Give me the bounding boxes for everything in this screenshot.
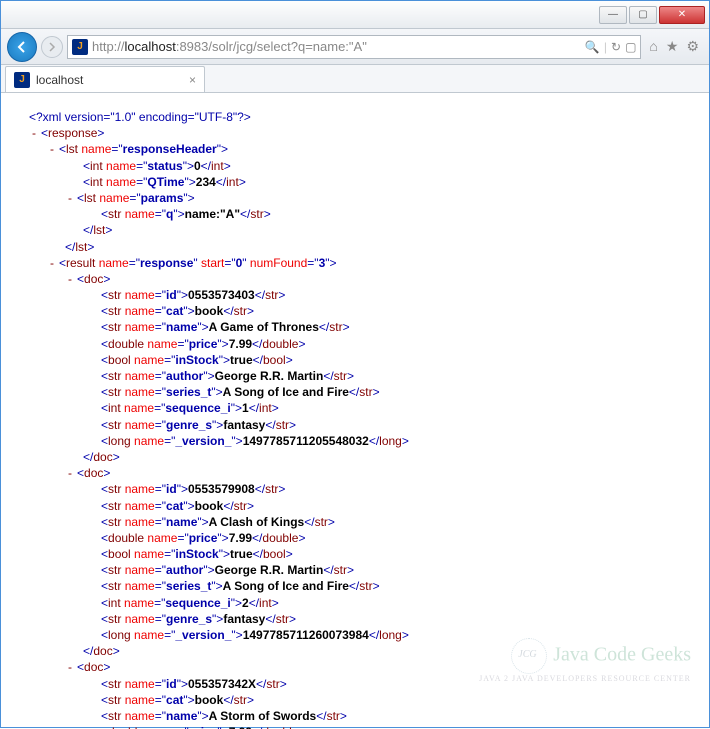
stop-icon[interactable]: ▢ xyxy=(625,40,636,54)
tab-localhost[interactable]: J localhost × xyxy=(5,66,205,92)
browser-toolbar: J http://localhost:8983/solr/jcg/select?… xyxy=(1,29,709,65)
maximize-button[interactable]: ▢ xyxy=(629,6,657,24)
forward-button[interactable] xyxy=(41,36,63,58)
favorites-icon[interactable]: ★ xyxy=(666,38,679,55)
site-favicon-icon: J xyxy=(72,39,88,55)
window-titlebar: — ▢ ✕ xyxy=(1,1,709,29)
xml-response-tree: <?xml version="1.0" encoding="UTF-8"?>-<… xyxy=(17,109,689,729)
arrow-right-icon xyxy=(47,42,57,52)
tab-close-icon[interactable]: × xyxy=(189,73,196,87)
gear-icon[interactable]: ⚙ xyxy=(686,38,699,55)
page-content: <?xml version="1.0" encoding="UTF-8"?>-<… xyxy=(1,93,709,729)
search-icon[interactable]: 🔍 xyxy=(585,40,600,54)
address-bar-actions: 🔍 | ↻ ▢ xyxy=(585,40,636,54)
minimize-button[interactable]: — xyxy=(599,6,627,24)
address-bar[interactable]: J http://localhost:8983/solr/jcg/select?… xyxy=(67,35,641,59)
home-icon[interactable]: ⌂ xyxy=(649,38,657,55)
tab-strip: J localhost × xyxy=(1,65,709,93)
url-text: http://localhost:8983/solr/jcg/select?q=… xyxy=(92,39,581,54)
refresh-icon[interactable]: ↻ xyxy=(611,40,621,54)
back-button[interactable] xyxy=(7,32,37,62)
close-button[interactable]: ✕ xyxy=(659,6,705,24)
arrow-left-icon xyxy=(15,40,29,54)
tab-title: localhost xyxy=(36,73,83,87)
tab-favicon-icon: J xyxy=(14,72,30,88)
